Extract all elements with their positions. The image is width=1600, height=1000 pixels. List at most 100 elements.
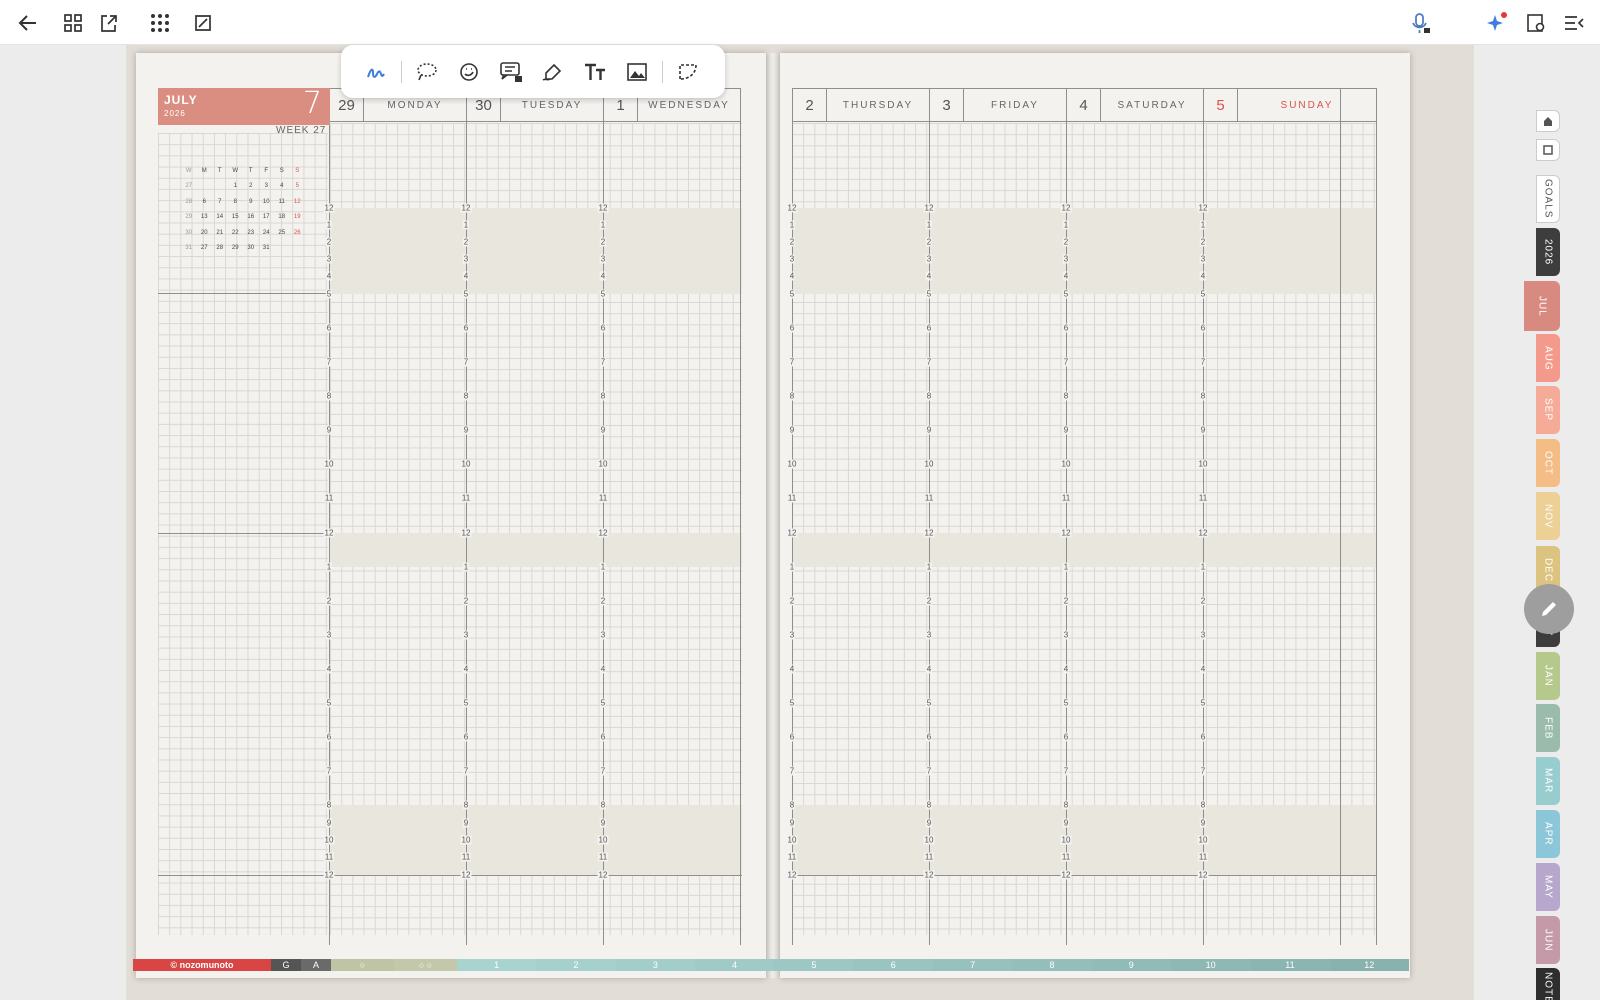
day-header-saturday[interactable]: 4 SATURDAY	[1067, 88, 1204, 122]
tab-jun[interactable]: JUN	[1536, 916, 1560, 964]
footer-link[interactable]: G	[271, 959, 301, 971]
ai-sparkle-icon[interactable]	[1481, 7, 1513, 39]
shape-select-icon[interactable]	[667, 52, 709, 92]
footer-month-link[interactable]: 5	[774, 959, 854, 971]
text-tool-icon[interactable]	[574, 52, 616, 92]
calendar-cell[interactable]: 15	[228, 210, 244, 226]
footer-link[interactable]: A	[301, 959, 331, 971]
calendar-cell[interactable]: 1	[228, 179, 244, 195]
footer-month-link[interactable]: 1	[457, 959, 537, 971]
calendar-cell[interactable]: 27	[197, 241, 213, 257]
tab-jan[interactable]: JAN	[1536, 652, 1560, 700]
day-header-thursday[interactable]: 2 THURSDAY	[792, 88, 930, 122]
calendar-cell[interactable]: 21	[212, 225, 228, 241]
footer-month-link[interactable]: 9	[1091, 959, 1171, 971]
calendar-cell[interactable]: 17	[259, 210, 275, 226]
hour-label: 2	[1199, 596, 1207, 606]
sticker-icon[interactable]	[448, 52, 490, 92]
calendar-cell[interactable]: 20	[197, 225, 213, 241]
bookmark-tab[interactable]	[1536, 139, 1560, 161]
calendar-cell[interactable]: 23	[243, 225, 259, 241]
calendar-cell[interactable]: 3	[259, 179, 275, 195]
footer-month-link[interactable]: 8	[1012, 959, 1092, 971]
tab-mar[interactable]: MAR	[1536, 757, 1560, 805]
edit-fab-button[interactable]	[1524, 584, 1574, 634]
calendar-cell[interactable]: 30	[243, 241, 259, 257]
footer-month-link[interactable]: 7	[932, 959, 1013, 971]
image-tool-icon[interactable]	[616, 52, 658, 92]
calendar-cell[interactable]: 8	[228, 194, 244, 210]
calendar-cell[interactable]	[197, 179, 213, 195]
tab-may[interactable]: MAY	[1536, 863, 1560, 911]
month-header[interactable]: JULY 2026 7	[158, 86, 330, 125]
calendar-cell[interactable]: 31	[259, 241, 275, 257]
calendar-cell[interactable]	[274, 241, 290, 257]
calendar-cell[interactable]: 6	[197, 194, 213, 210]
calendar-cell[interactable]: 4	[274, 179, 290, 195]
highlighter-icon[interactable]	[532, 52, 574, 92]
microphone-icon[interactable]	[1404, 7, 1436, 39]
calendar-cell[interactable]: 9	[243, 194, 259, 210]
tab-nov[interactable]: NOV	[1536, 492, 1560, 540]
hour-label: 7	[788, 357, 796, 367]
footer-month-link[interactable]: 11	[1250, 959, 1330, 971]
calendar-week-row[interactable]: 28 6 7 8 9 10 11 12	[181, 194, 305, 210]
back-arrow-icon[interactable]	[12, 7, 44, 39]
footer-link[interactable]: ○ ○	[394, 959, 457, 971]
calendar-week-row[interactable]: 31 27 28 29 30 31	[181, 241, 305, 257]
home-tab[interactable]	[1536, 110, 1560, 132]
footer-month-link[interactable]: 2	[536, 959, 616, 971]
calendar-cell[interactable]: 2	[243, 179, 259, 195]
calendar-week-row[interactable]: 27 1 2 3 4 5	[181, 179, 305, 195]
apps-icon[interactable]	[144, 7, 176, 39]
calendar-cell[interactable]: 7	[212, 194, 228, 210]
lasso-icon[interactable]	[406, 52, 448, 92]
calendar-cell[interactable]: 28	[212, 241, 228, 257]
footer-month-link[interactable]: 4	[694, 959, 775, 971]
tab-notes[interactable]: NOTES	[1536, 968, 1560, 1000]
left-page[interactable]: JULY 2026 7 WEEK 27 W M T W T F S S 27 1…	[136, 53, 766, 978]
footer-month-link[interactable]: 10	[1170, 959, 1251, 971]
right-page[interactable]: 2 THURSDAY 3 FRIDAY 4 SATURDAY 5 SUNDAY 12 1 2…	[780, 53, 1410, 978]
tab-goals[interactable]: GOALS	[1536, 175, 1560, 223]
tab-aug[interactable]: AUG	[1536, 334, 1560, 382]
pen-tool-icon[interactable]	[355, 52, 397, 92]
mini-calendar[interactable]: W M T W T F S S 27 1 2 3 4 5 28 6 7 8 9 …	[181, 163, 305, 256]
page-settings-icon[interactable]	[1520, 7, 1552, 39]
calendar-cell[interactable]: 16	[243, 210, 259, 226]
calendar-cell[interactable]: 18	[274, 210, 290, 226]
calendar-cell[interactable]: 11	[274, 194, 290, 210]
calendar-cell[interactable]: 13	[197, 210, 213, 226]
calendar-cell[interactable]: 5	[290, 179, 306, 195]
calendar-cell[interactable]: 24	[259, 225, 275, 241]
comment-locked-icon[interactable]	[490, 52, 532, 92]
calendar-cell[interactable]: 10	[259, 194, 275, 210]
tab-apr[interactable]: APR	[1536, 810, 1560, 858]
calendar-cell[interactable]	[212, 179, 228, 195]
tab-2026[interactable]: 2026	[1536, 228, 1560, 276]
footer-month-link[interactable]: 12	[1329, 959, 1409, 971]
tab-jul[interactable]: JUL	[1524, 281, 1560, 331]
export-icon[interactable]	[93, 7, 125, 39]
grid-view-icon[interactable]	[57, 7, 89, 39]
calendar-cell[interactable]: 22	[228, 225, 244, 241]
calendar-cell[interactable]: 19	[290, 210, 306, 226]
calendar-week-row[interactable]: 30 20 21 22 23 24 25 26	[181, 225, 305, 241]
calendar-cell[interactable]: 14	[212, 210, 228, 226]
menu-collapse-icon[interactable]	[1558, 7, 1590, 39]
calendar-cell[interactable]: 12	[290, 194, 306, 210]
tab-oct[interactable]: OCT	[1536, 439, 1560, 487]
tab-feb[interactable]: FEB	[1536, 704, 1560, 752]
calendar-week-row[interactable]: 29 13 14 15 16 17 18 19	[181, 210, 305, 226]
tab-sep[interactable]: SEP	[1536, 386, 1560, 434]
day-header-friday[interactable]: 3 FRIDAY	[930, 88, 1067, 122]
calendar-cell[interactable]: 25	[274, 225, 290, 241]
footer-link[interactable]: ○	[331, 959, 394, 971]
calendar-cell[interactable]: 29	[228, 241, 244, 257]
edit-page-icon[interactable]	[187, 7, 219, 39]
footer-month-link[interactable]: 3	[615, 959, 695, 971]
calendar-cell[interactable]	[290, 241, 306, 257]
calendar-cell[interactable]: 26	[290, 225, 306, 241]
footer-month-link[interactable]: 6	[853, 959, 933, 971]
day-header-sunday[interactable]: 5 SUNDAY	[1204, 88, 1377, 122]
